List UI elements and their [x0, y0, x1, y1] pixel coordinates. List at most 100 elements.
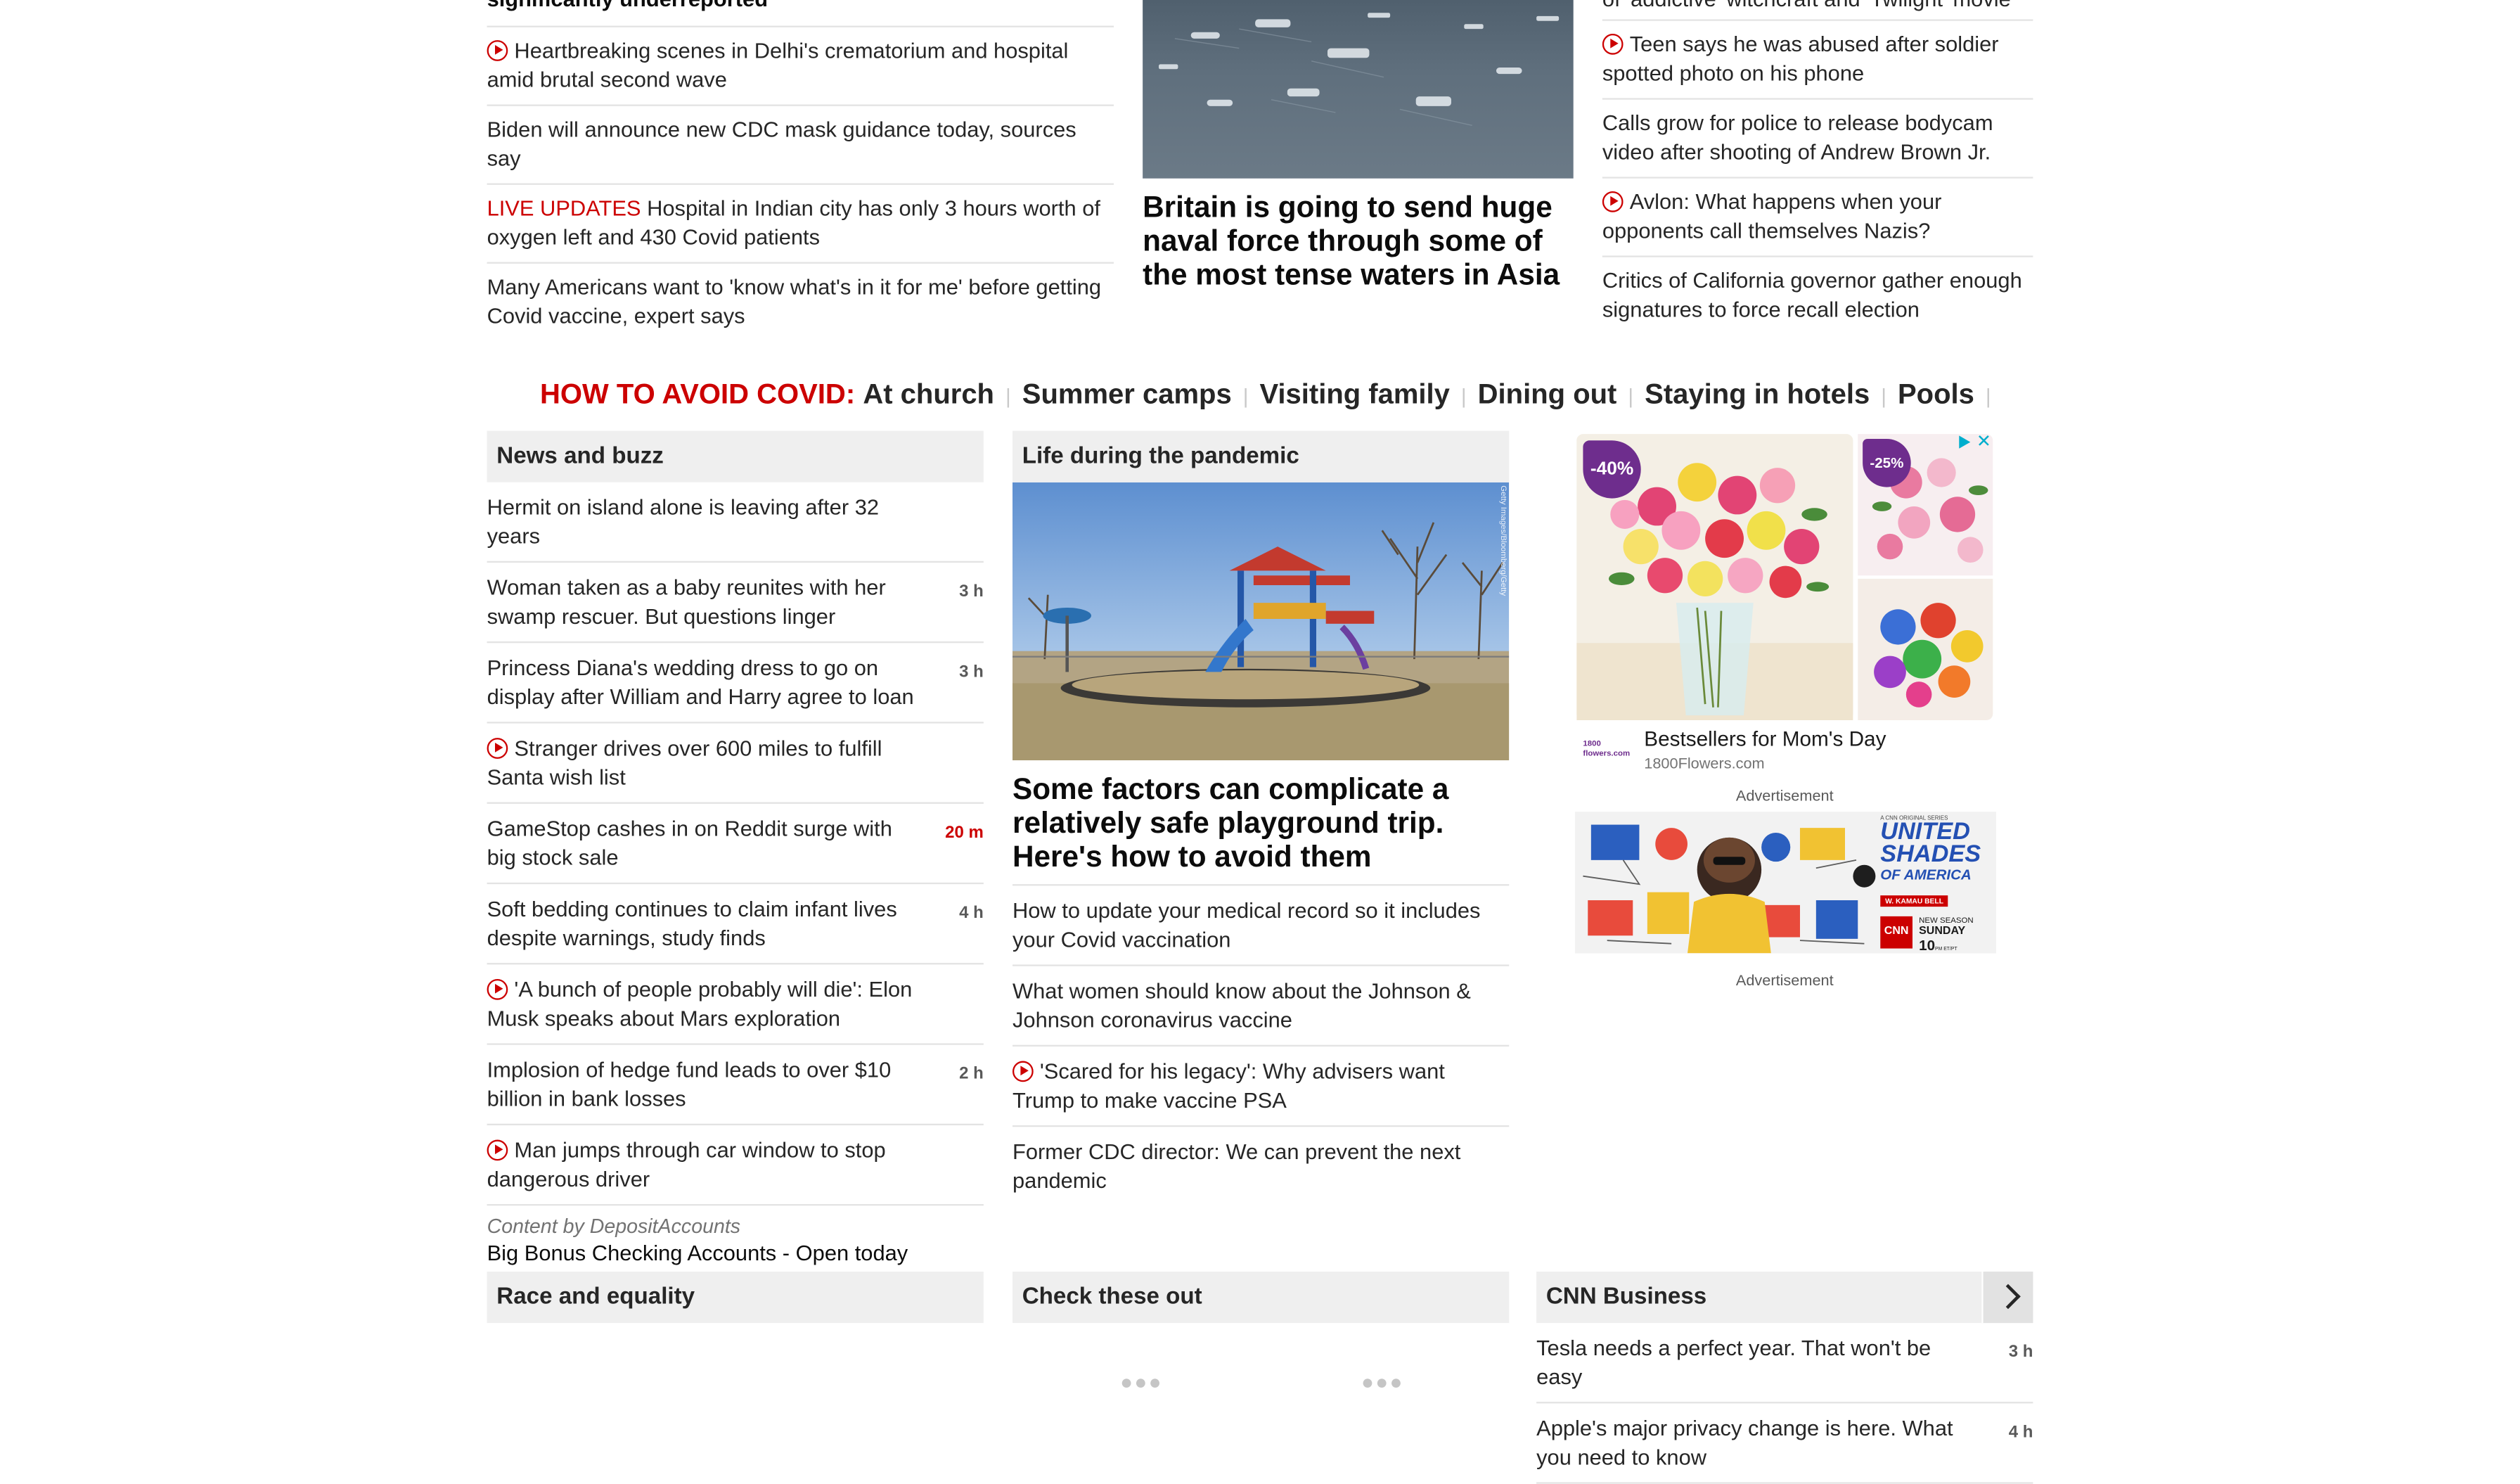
- playground-photo[interactable]: Getty Images/Bloomberg/Getty: [1012, 482, 1510, 761]
- list-item[interactable]: Woman taken as a baby reunites with her …: [487, 563, 984, 644]
- list-item[interactable]: How to update your medical record so it …: [1012, 885, 1510, 966]
- headline-link[interactable]: Critics of California governor gather en…: [1602, 269, 2022, 321]
- list-item[interactable]: Calls grow for police to release bodycam…: [1602, 100, 2033, 179]
- play-icon: [487, 738, 508, 759]
- list-item[interactable]: Princess Diana's wedding dress to go on …: [487, 643, 984, 724]
- ad-choices-icon[interactable]: [1959, 435, 1971, 449]
- covid-topic-link[interactable]: Pools: [1898, 378, 1974, 410]
- sponsor-link[interactable]: Big Bonus Checking Accounts - Open today: [487, 1239, 984, 1268]
- race-equality-section: Race and equality: [487, 1271, 984, 1324]
- headline-link[interactable]: Former CDC director: We can prevent the …: [1012, 1140, 1460, 1192]
- timestamp: 2 h: [959, 1064, 984, 1084]
- headline-link[interactable]: GameStop cashes in on Reddit surge with …: [487, 817, 892, 869]
- live-updates-label: LIVE UPDATES: [487, 196, 641, 221]
- headline-link[interactable]: Many Americans want to 'know what's in i…: [487, 275, 1102, 327]
- headline-link[interactable]: Calls grow for police to release bodycam…: [1602, 111, 1993, 163]
- ad2-season3-line: 10PM ET/PT: [1919, 937, 1973, 954]
- play-icon: [487, 1139, 508, 1161]
- cut-headline-right[interactable]: of 'addictive' witchcraft and 'Twilight'…: [1602, 0, 2033, 21]
- headline-link[interactable]: Teen says he was abused after soldier sp…: [1602, 32, 1999, 84]
- separator: |: [1460, 384, 1467, 409]
- lilies-image: -25% ✕: [1858, 431, 1993, 576]
- list-item[interactable]: Biden will announce new CDC mask guidanc…: [487, 106, 1114, 185]
- ad-close-icon[interactable]: ✕: [1976, 431, 1991, 452]
- headline-link[interactable]: How to update your medical record so it …: [1012, 899, 1480, 951]
- ad2-season1: NEW SEASON: [1919, 916, 1974, 926]
- list-item[interactable]: Apple's major privacy change is here. Wh…: [1536, 1403, 2033, 1484]
- top-left-column: significantly underreported Heartbreakin…: [487, 0, 1114, 341]
- cut-headline[interactable]: significantly underreported: [487, 0, 1114, 27]
- headline-link[interactable]: Hermit on island alone is leaving after …: [487, 495, 879, 547]
- covid-topic-link[interactable]: Dining out: [1478, 378, 1617, 410]
- headline-link[interactable]: Apple's major privacy change is here. Wh…: [1536, 1416, 1953, 1469]
- headline-link[interactable]: Heartbreaking scenes in Delhi's cremator…: [487, 39, 1069, 91]
- separator: |: [1628, 384, 1634, 409]
- flowers-ad-caption[interactable]: 1800 flowers.com Bestsellers for Mom's D…: [1576, 724, 1991, 781]
- list-item[interactable]: 'Scared for his legacy': Why advisers wa…: [1012, 1047, 1510, 1127]
- ad-title[interactable]: Bestsellers for Mom's Day: [1644, 727, 1886, 750]
- list-item[interactable]: What women should know about the Johnson…: [1012, 966, 1510, 1047]
- list-item[interactable]: GameStop cashes in on Reddit surge with …: [487, 804, 984, 885]
- list-item[interactable]: LIVE UPDATES Hospital in Indian city has…: [487, 185, 1114, 264]
- headline-link[interactable]: Princess Diana's wedding dress to go on …: [487, 656, 914, 708]
- timestamp: 4 h: [2008, 1422, 2033, 1443]
- list-item[interactable]: Heartbreaking scenes in Delhi's cremator…: [487, 27, 1114, 106]
- list-item[interactable]: Former CDC director: We can prevent the …: [1012, 1127, 1509, 1205]
- list-item[interactable]: Tesla needs a perfect year. That won't b…: [1536, 1323, 2033, 1404]
- play-icon: [1602, 191, 1624, 212]
- list-item[interactable]: 'A bunch of people probably will die': E…: [487, 964, 984, 1045]
- covid-topic-link[interactable]: At church: [863, 378, 994, 410]
- 1800flowers-logo: 1800 flowers.com: [1583, 739, 1630, 772]
- covid-topic-link[interactable]: Summer camps: [1022, 378, 1232, 410]
- ad2-season3: 10: [1919, 937, 1936, 954]
- discount-badge-25: -25%: [1863, 438, 1911, 487]
- headline-link[interactable]: Tesla needs a perfect year. That won't b…: [1536, 1336, 1931, 1388]
- headline-link[interactable]: Stranger drives over 600 miles to fulfil…: [487, 736, 882, 788]
- headline-link[interactable]: Implosion of hedge fund leads to over $1…: [487, 1058, 892, 1110]
- covid-topic-link[interactable]: Staying in hotels: [1645, 378, 1870, 410]
- headline-link[interactable]: Avlon: What happens when your opponents …: [1602, 190, 1942, 242]
- list-item[interactable]: Man jumps through car window to stop dan…: [487, 1125, 984, 1206]
- naval-photo[interactable]: [1143, 0, 1574, 179]
- list-item[interactable]: Stranger drives over 600 miles to fulfil…: [487, 724, 984, 804]
- pandemic-title[interactable]: Life during the pandemic: [1012, 430, 1510, 482]
- list-item[interactable]: Critics of California governor gather en…: [1602, 257, 2033, 335]
- headline-link[interactable]: Biden will announce new CDC mask guidanc…: [487, 117, 1076, 169]
- flowers-main-image: -40%: [1576, 434, 1853, 720]
- headline-link[interactable]: 'A bunch of people probably will die': E…: [487, 978, 913, 1030]
- covid-topic-link[interactable]: Visiting family: [1259, 378, 1449, 410]
- list-item[interactable]: Many Americans want to 'know what's in i…: [487, 264, 1114, 341]
- 1800flowers-logo-text: 1800 flowers.com: [1583, 739, 1631, 759]
- top-center-column: Britain is going to send huge naval forc…: [1143, 0, 1574, 291]
- list-item[interactable]: Teen says he was abused after soldier sp…: [1602, 21, 2033, 100]
- united-shades-ad[interactable]: A CNN ORIGINAL SERIES UNITED SHADES OF A…: [1574, 812, 1996, 954]
- naval-headline[interactable]: Britain is going to send huge naval forc…: [1143, 190, 1574, 291]
- headline-link[interactable]: Soft bedding continues to claim infant l…: [487, 897, 897, 949]
- news-buzz-title[interactable]: News and buzz: [487, 430, 984, 482]
- headline-link[interactable]: Woman taken as a baby reunites with her …: [487, 575, 886, 627]
- separator: |: [1242, 384, 1249, 409]
- timestamp: 4 h: [959, 903, 984, 923]
- check-these-out-title[interactable]: Check these out: [1012, 1271, 1510, 1324]
- united-shades-title-block: A CNN ORIGINAL SERIES UNITED SHADES OF A…: [1880, 812, 1996, 954]
- list-item[interactable]: Implosion of hedge fund leads to over $1…: [487, 1045, 984, 1125]
- advertisement-label-2: Advertisement: [1735, 972, 1834, 990]
- list-item[interactable]: Avlon: What happens when your opponents …: [1602, 179, 2033, 257]
- ad-domain: 1800Flowers.com: [1644, 755, 1765, 774]
- headline-link[interactable]: 'Scared for his legacy': Why advisers wa…: [1012, 1059, 1445, 1111]
- advertisement-label-1: Advertisement: [1735, 787, 1834, 806]
- rainbow-roses-image: [1858, 578, 1993, 720]
- list-item[interactable]: Soft bedding continues to claim infant l…: [487, 884, 984, 965]
- chevron-right-icon[interactable]: [1981, 1271, 2033, 1324]
- race-equality-title[interactable]: Race and equality: [487, 1271, 984, 1324]
- top-right-column: of 'addictive' witchcraft and 'Twilight'…: [1602, 0, 2033, 334]
- separator: |: [1881, 384, 1886, 409]
- playground-headline[interactable]: Some factors can complicate a relatively…: [1012, 772, 1510, 886]
- list-item[interactable]: Hermit on island alone is leaving after …: [487, 482, 984, 563]
- ad2-host: W. KAMAU BELL: [1880, 895, 1948, 907]
- flowers-ad[interactable]: -40% -25% ✕ 1800 flowers.com Bestsellers…: [1575, 431, 1995, 784]
- headline-link[interactable]: What women should know about the Johnson…: [1012, 979, 1471, 1031]
- headline-link[interactable]: Man jumps through car window to stop dan…: [487, 1138, 886, 1190]
- cnn-business-title[interactable]: CNN Business: [1536, 1271, 2033, 1324]
- check-these-out-section: Check these out: [1012, 1271, 1510, 1324]
